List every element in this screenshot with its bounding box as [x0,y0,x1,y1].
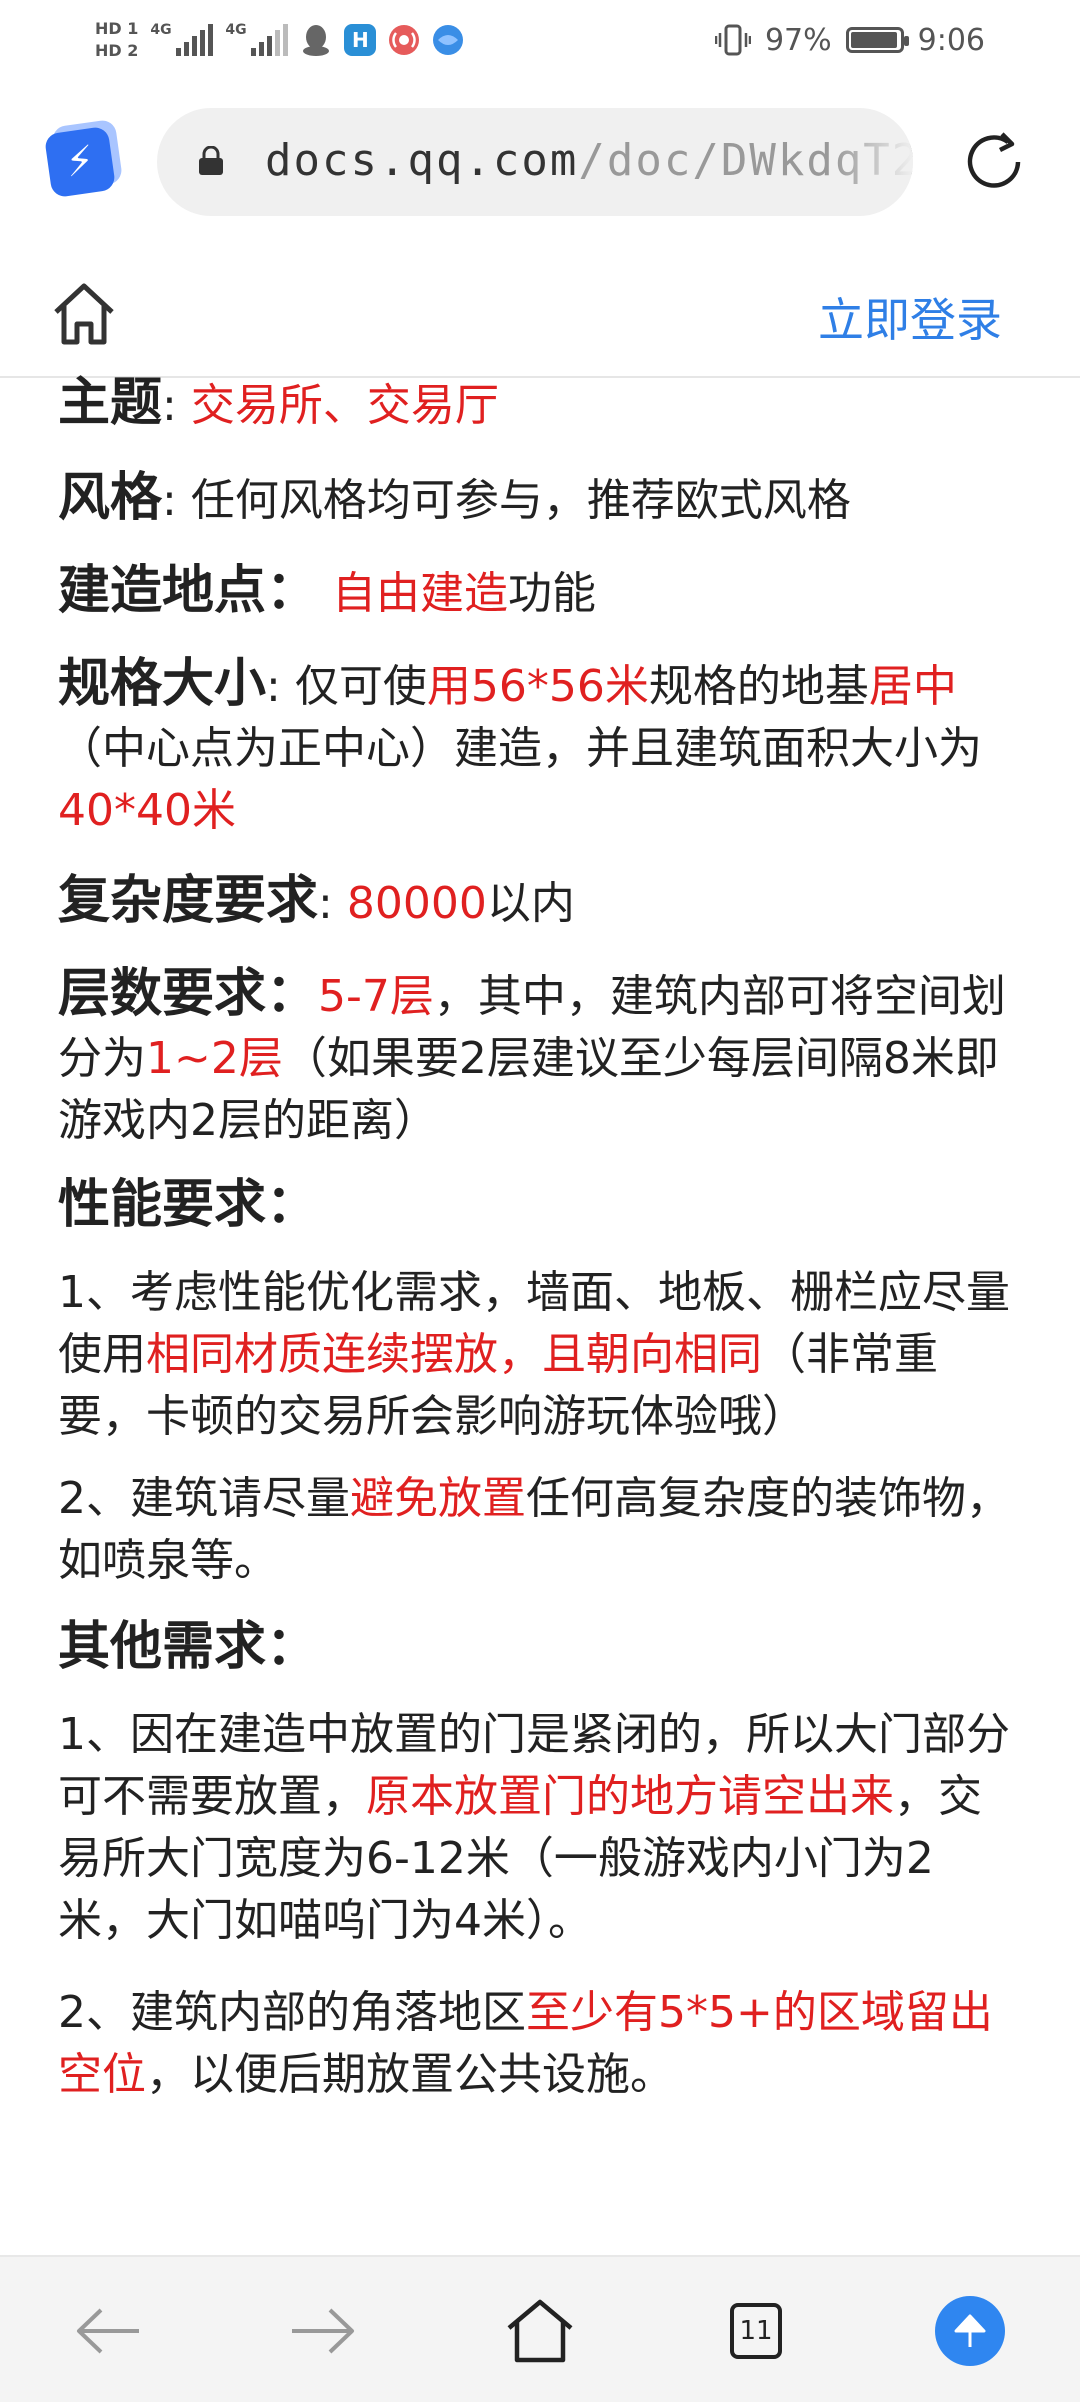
home-button[interactable] [502,2293,578,2369]
site-line: 建造地点： 自由建造功能 [58,560,1018,625]
battery-fill [850,32,898,48]
size-red-1: 用56*56米 [426,661,649,712]
address-bar-row: ⚡ docs.qq.com/doc/DWkdqT2 [0,100,1080,220]
size-separator: : [266,661,281,712]
floors-paragraph: 层数要求：5-7层，其中，建筑内部可将空间划分为1~2层（如果要2层建议至少每层… [58,963,1018,1152]
complexity-red: 80000 [346,878,487,929]
floors-label: 层数要求： [58,964,319,1024]
other-heading: 其他需求： [58,1617,319,1677]
status-right: 97% 9:06 [714,10,985,70]
other-item-2: 2、建筑内部的角落地区至少有5*5+的区域留出空位，以便后期放置公共设施。 [58,1982,1018,2106]
other-item-1: 1、因在建造中放置的门是紧闭的，所以大门部分可不需要放置，原本放置门的地方请空出… [58,1704,1018,1952]
signal-icon: 4G [225,22,289,56]
complexity-separator: : [318,878,333,929]
arrow-left-icon [77,2308,139,2354]
floors-red-1: 5-7层 [318,971,434,1022]
network-type-label: 4G [225,22,247,38]
radio-icon [389,25,420,55]
performance-item-1-red: 相同材质连续摆放，且朝向相同 [146,1329,762,1380]
app-notification-icon: H [344,24,377,56]
hd-indicator: HD 1 HD 2 [95,18,138,62]
size-text-2: 规格的地基 [648,661,869,712]
url-text[interactable]: docs.qq.com/doc/DWkdqT2 [265,128,913,194]
complexity-line: 复杂度要求: 80000以内 [58,870,1018,935]
site-text: 功能 [508,568,597,619]
url-bar[interactable]: docs.qq.com/doc/DWkdqT2 [157,108,913,216]
performance-item-1: 1、考虑性能优化需求，墙面、地板、栅栏应尽量使用相同材质连续摆放，且朝向相同（非… [58,1262,1018,1448]
battery-percent: 97% [764,22,832,58]
url-host: docs.qq.com [265,135,579,186]
other-item-1-red: 原本放置门的地方请空出来 [366,1771,894,1822]
signal-icon: 4G [150,22,214,56]
upload-circle [935,2296,1005,2366]
other-item-2-text-2: ，以便后期放置公共设施。 [146,2049,674,2100]
performance-heading: 性能要求： [58,1175,319,1235]
style-label: 风格 [58,468,163,528]
app-icon-label: H [352,28,369,52]
qq-browser-logo-icon[interactable]: ⚡ [43,125,117,199]
clock: 9:06 [917,22,985,58]
size-red-2: 居中 [868,661,957,712]
size-text-1: 仅可使 [294,661,427,712]
home-icon[interactable] [50,280,118,348]
forward-button[interactable] [285,2293,361,2369]
size-label: 规格大小 [58,654,267,714]
theme-line: 主题: 交易所、交易厅 [58,372,1018,437]
theme-value: 交易所、交易厅 [190,380,499,431]
back-button[interactable] [70,2293,146,2369]
site-label: 建造地点： [58,561,319,621]
browser-notification-icon [433,25,464,55]
battery-icon [845,27,909,53]
lock-icon [199,146,223,175]
arrow-right-icon [292,2308,354,2354]
qq-icon [303,25,330,56]
tabs-count: 11 [730,2303,782,2359]
tabs-button[interactable]: 11 [718,2293,794,2369]
other-item-2-text-1: 2、建筑内部的角落地区 [58,1987,526,2038]
login-link[interactable]: 立即登录 [818,284,1002,350]
document-content: 主题: 交易所、交易厅 风格: 任何风格均可参与，推荐欧式风格 建造地点： 自由… [58,360,1018,2250]
site-red: 自由建造 [332,568,509,619]
performance-item-2-red: 避免放置 [350,1473,526,1524]
style-text: 任何风格均可参与，推荐欧式风格 [190,475,851,526]
status-left: HD 1 HD 2 4G 4G H [95,8,464,72]
refresh-icon[interactable] [960,128,1028,196]
theme-label: 主题 [58,373,163,433]
complexity-label: 复杂度要求 [58,871,319,931]
upload-button[interactable] [932,2293,1008,2369]
bottom-toolbar: 11 [0,2255,1080,2402]
performance-item-2: 2、建筑请尽量避免放置任何高复杂度的装饰物，如喷泉等。 [58,1468,1018,1592]
vibrate-icon [714,24,751,56]
hd2-label: HD 2 [95,41,139,60]
theme-separator: : [162,380,177,431]
arrow-up-icon [954,2314,986,2347]
size-red-3: 40*40米 [58,785,236,836]
style-separator: : [162,475,177,526]
status-bar: HD 1 HD 2 4G 4G H 97% 9:06 [0,0,1080,80]
floors-red-2: 1~2层 [146,1033,283,1084]
size-paragraph: 规格大小: 仅可使用56*56米规格的地基居中 （中心点为正中心）建造，并且建筑面… [58,653,1018,842]
hd1-label: HD 1 [95,19,139,38]
performance-item-2-text-1: 2、建筑请尽量 [58,1473,350,1524]
complexity-text: 以内 [486,878,575,929]
network-type-label: 4G [150,22,172,38]
style-line: 风格: 任何风格均可参与，推荐欧式风格 [58,467,1018,532]
home-icon [507,2299,573,2363]
url-fade [833,108,913,216]
size-text-3: （中心点为正中心）建造，并且建筑面积大小为 [58,723,982,774]
